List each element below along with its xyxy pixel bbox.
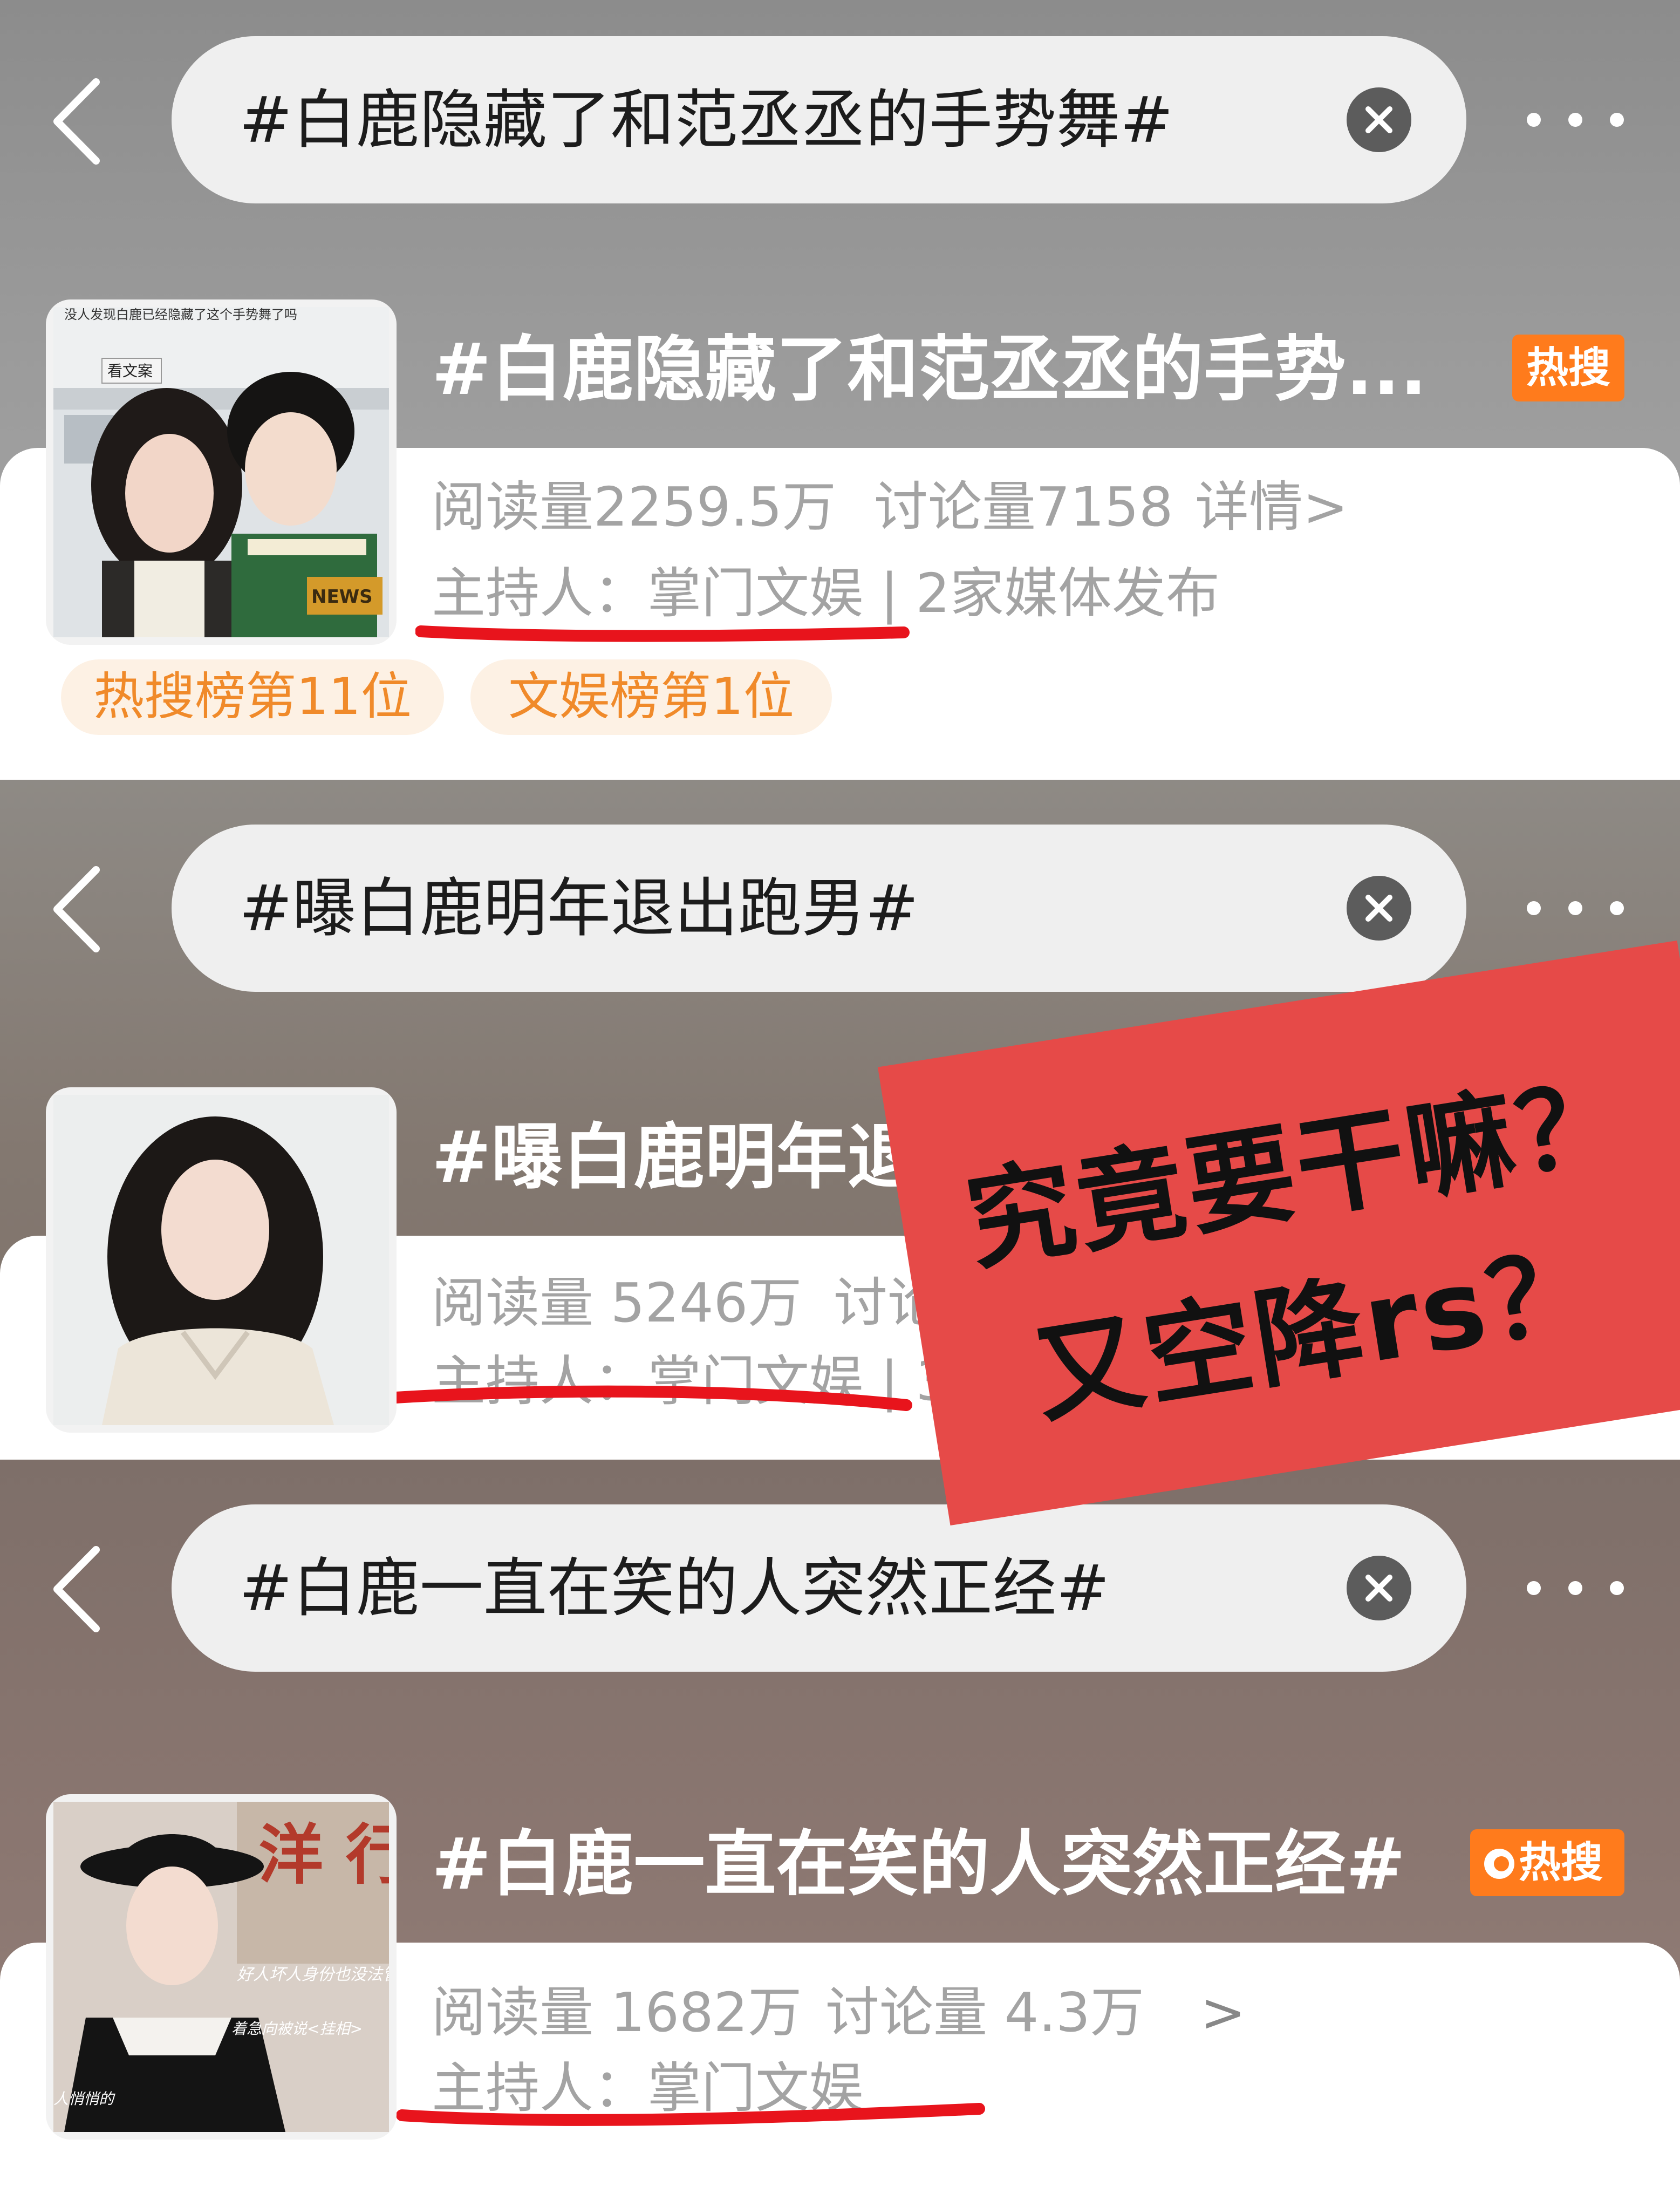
search-bar[interactable]: #曝白鹿明年退出跑男# bbox=[172, 825, 1466, 992]
clear-x-icon[interactable] bbox=[1347, 87, 1411, 152]
read-count: 阅读量 5246万 bbox=[432, 1271, 802, 1334]
discuss-count: 讨论量7158 bbox=[874, 475, 1173, 539]
search-query[interactable]: #曝白鹿明年退出跑男# bbox=[239, 825, 919, 992]
more-dots-icon[interactable] bbox=[1521, 897, 1629, 918]
thumbnail-photo-woman bbox=[53, 1095, 389, 1425]
discuss-count: 讨论量 4.3万 bbox=[825, 1981, 1144, 2044]
read-count: 阅读量2259.5万 bbox=[432, 475, 836, 539]
thumb-caption-1: 好人坏人身份也没法管了 bbox=[237, 1965, 389, 1984]
back-arrow-icon[interactable] bbox=[47, 1543, 107, 1635]
thumb-caption-3: 人悄悄的 bbox=[53, 2090, 115, 2108]
more-dots-icon[interactable] bbox=[1521, 1577, 1629, 1598]
topic-panel-1: #白鹿隐藏了和范丞丞的手势舞# 阅读量2259.5万 讨论量7158 详情> 主… bbox=[0, 0, 1680, 780]
thumb-caption-2: 着急向被说<挂相> bbox=[231, 2020, 363, 2038]
hot-badge-label: 热搜 bbox=[1519, 1838, 1603, 1887]
read-count: 阅读量 1682万 bbox=[432, 1981, 802, 2044]
more-dots-icon[interactable] bbox=[1521, 108, 1629, 130]
topic-title[interactable]: #白鹿隐藏了和范丞丞的手势... bbox=[432, 324, 1427, 415]
thumb-shirt-text: NEWS bbox=[311, 586, 373, 608]
search-bar[interactable]: #白鹿隐藏了和范丞丞的手势舞# bbox=[172, 36, 1466, 203]
clear-x-icon[interactable] bbox=[1347, 1556, 1411, 1620]
search-bar[interactable]: #白鹿一直在笑的人突然正经# bbox=[172, 1504, 1466, 1672]
topic-panel-3: #白鹿一直在笑的人突然正经# 阅读量 1682万 讨论量 4.3万 > 主持人：… bbox=[0, 1460, 1680, 2207]
rank-tag-entertainment[interactable]: 文娱榜第1位 bbox=[470, 659, 832, 735]
back-arrow-icon[interactable] bbox=[47, 76, 107, 167]
topic-thumbnail: 没人发现白鹿已经隐藏了这个手势舞了吗 看文案 NEWS bbox=[46, 299, 397, 645]
search-query[interactable]: #白鹿一直在笑的人突然正经# bbox=[239, 1504, 1110, 1672]
back-arrow-icon[interactable] bbox=[47, 863, 107, 955]
topic-thumbnail: 洋 行 好人坏人身份也没法管了 着急向被说<挂相> 人悄悄的 bbox=[46, 1794, 397, 2140]
clear-x-icon[interactable] bbox=[1347, 876, 1411, 941]
thumb-caption-top: 没人发现白鹿已经隐藏了这个手势舞了吗 bbox=[64, 307, 297, 322]
topic-title[interactable]: #白鹿一直在笑的人突然正经# bbox=[432, 1818, 1405, 1910]
search-query[interactable]: #白鹿隐藏了和范丞丞的手势舞# bbox=[239, 36, 1173, 203]
thumb-sign-text: 洋 行 bbox=[258, 1817, 389, 1893]
thumb-caption-tag: 看文案 bbox=[107, 362, 153, 380]
topic-title[interactable]: #曝白鹿明年退 bbox=[432, 1112, 919, 1203]
rank-tag-hotsearch[interactable]: 热搜榜第11位 bbox=[61, 659, 444, 735]
hot-badge: 热搜 bbox=[1512, 335, 1624, 401]
screenshot-collage: #白鹿隐藏了和范丞丞的手势舞# 阅读量2259.5万 讨论量7158 详情> 主… bbox=[0, 0, 1680, 2207]
chevron-right-icon[interactable]: > bbox=[1200, 1975, 1246, 2051]
hot-badge: 热搜 bbox=[1470, 1829, 1624, 1896]
flame-icon bbox=[1484, 1849, 1514, 1879]
thumbnail-photo-woman-hat: 洋 行 好人坏人身份也没法管了 着急向被说<挂相> 人悄悄的 bbox=[53, 1802, 389, 2132]
detail-link[interactable]: 详情> bbox=[1195, 469, 1348, 545]
topic-thumbnail bbox=[46, 1087, 397, 1433]
red-underline bbox=[356, 1385, 912, 1411]
red-underline bbox=[396, 2103, 985, 2126]
red-underline bbox=[415, 625, 910, 642]
thumbnail-photo-couple: 没人发现白鹿已经隐藏了这个手势舞了吗 看文案 NEWS bbox=[53, 307, 389, 637]
